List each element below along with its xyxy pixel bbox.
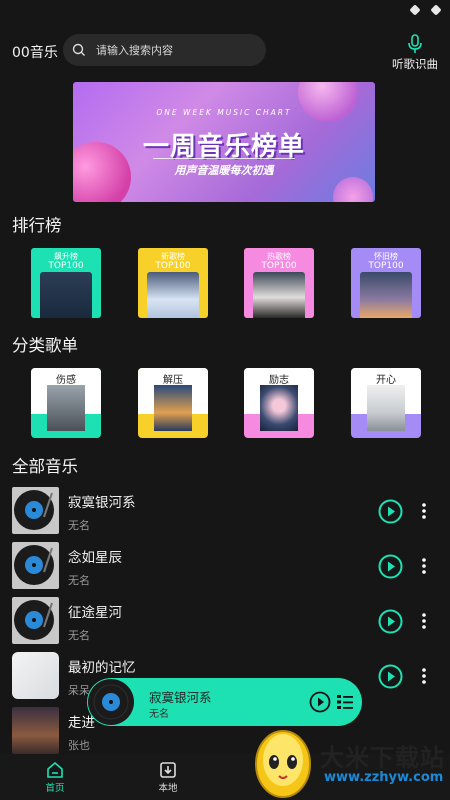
category-label: 开心: [376, 375, 396, 386]
song-row[interactable]: 征途星河 无名: [0, 597, 450, 653]
nav-home[interactable]: 首页: [25, 761, 85, 794]
song-title: 最初的记忆: [68, 660, 136, 676]
ranking-cover: [253, 272, 305, 318]
category-label: 伤感: [56, 375, 76, 386]
rankings-heading: 排行榜: [12, 216, 62, 235]
site-watermark: 大米下载站 www.zzhyw.com: [248, 720, 450, 800]
category-label: 励志: [269, 375, 289, 386]
vinyl-record-icon: [12, 487, 59, 534]
song-title: 征途星河: [68, 605, 122, 621]
song-artist: 无名: [68, 519, 90, 532]
ranking-sub: TOP100: [368, 261, 404, 271]
ranking-card-hot[interactable]: 热歌榜 TOP100: [244, 248, 314, 318]
mascot-logo-icon: [255, 730, 311, 798]
play-icon[interactable]: [378, 664, 403, 689]
home-icon: [47, 761, 63, 778]
ranking-card-nostalgia[interactable]: 怀旧榜 TOP100: [351, 248, 421, 318]
more-options-icon[interactable]: [419, 501, 429, 521]
ranking-sub: TOP100: [48, 261, 84, 271]
nav-home-label: 首页: [45, 783, 65, 794]
play-icon[interactable]: [378, 609, 403, 634]
vinyl-record-icon: [12, 597, 59, 644]
song-cover: [12, 652, 59, 699]
category-cover: [367, 385, 405, 431]
status-indicator-icon: [409, 4, 421, 16]
vinyl-cover: [12, 542, 59, 589]
play-icon[interactable]: [378, 554, 403, 579]
banner-tagline: 用声音温暖每次初遇: [174, 164, 274, 177]
vinyl-cover: [12, 597, 59, 644]
all-music-heading: 全部音乐: [12, 457, 78, 476]
ranking-cover: [147, 272, 199, 318]
song-artist: 无名: [68, 574, 90, 587]
category-cover: [260, 385, 298, 431]
banner-subtitle: ONE WEEK MUSIC CHART: [156, 108, 292, 117]
search-placeholder: 请输入搜索内容: [96, 44, 173, 57]
song-row[interactable]: 寂寞银河系 无名: [0, 487, 450, 543]
ranking-card-rising[interactable]: 飙升榜 TOP100: [31, 248, 101, 318]
nav-local-label: 本地: [158, 783, 178, 794]
banner-divider: [153, 158, 295, 159]
song-artist: 张也: [68, 739, 90, 752]
vinyl-record-icon: [88, 679, 134, 725]
now-playing-title: 寂寞银河系: [149, 690, 212, 705]
microphone-icon: [408, 34, 422, 53]
song-title: 念如星辰: [68, 550, 122, 566]
search-input[interactable]: 请输入搜索内容: [63, 34, 266, 66]
song-row[interactable]: 念如星辰 无名: [0, 542, 450, 598]
banner-decoration: [333, 177, 373, 202]
category-card-happy[interactable]: 开心: [351, 368, 421, 438]
header: 00音乐 请输入搜索内容 听歌识曲: [0, 30, 450, 74]
category-cover: [47, 385, 85, 431]
ranking-cover: [360, 272, 412, 318]
play-icon[interactable]: [309, 691, 331, 713]
song-cover: [12, 707, 59, 754]
status-indicator-icon: [430, 4, 442, 16]
more-options-icon[interactable]: [419, 666, 429, 686]
watermark-url: www.zzhyw.com: [324, 770, 444, 785]
category-card-inspire[interactable]: 励志: [244, 368, 314, 438]
status-bar: [0, 0, 450, 22]
vinyl-cover: [12, 487, 59, 534]
categories-heading: 分类歌单: [12, 336, 78, 355]
category-card-sad[interactable]: 伤感: [31, 368, 101, 438]
song-recognition-button[interactable]: 听歌识曲: [390, 30, 440, 74]
category-cover: [154, 385, 192, 431]
weekly-chart-banner[interactable]: ONE WEEK MUSIC CHART 一周音乐榜单 用声音温暖每次初遇: [73, 82, 375, 202]
mini-player[interactable]: 寂寞银河系 无名: [87, 678, 362, 726]
song-recognition-label: 听歌识曲: [392, 57, 438, 71]
category-card-relax[interactable]: 解压: [138, 368, 208, 438]
song-title: 寂寞银河系: [68, 495, 136, 511]
watermark-name: 大米下载站: [320, 744, 445, 772]
ranking-card-new[interactable]: 新歌榜 TOP100: [138, 248, 208, 318]
download-folder-icon: [160, 762, 176, 778]
category-label: 解压: [163, 375, 183, 386]
playlist-icon[interactable]: [336, 693, 354, 711]
play-icon[interactable]: [378, 499, 403, 524]
ranking-sub: TOP100: [261, 261, 297, 271]
song-artist: 无名: [68, 629, 90, 642]
now-playing-artist: 无名: [149, 709, 169, 720]
app-title: 00音乐: [12, 45, 58, 61]
ranking-cover: [40, 272, 92, 318]
nav-local[interactable]: 本地: [138, 761, 198, 794]
more-options-icon[interactable]: [419, 556, 429, 576]
vinyl-record-icon: [12, 542, 59, 589]
search-icon: [72, 43, 85, 56]
ranking-sub: TOP100: [155, 261, 191, 271]
more-options-icon[interactable]: [419, 611, 429, 631]
